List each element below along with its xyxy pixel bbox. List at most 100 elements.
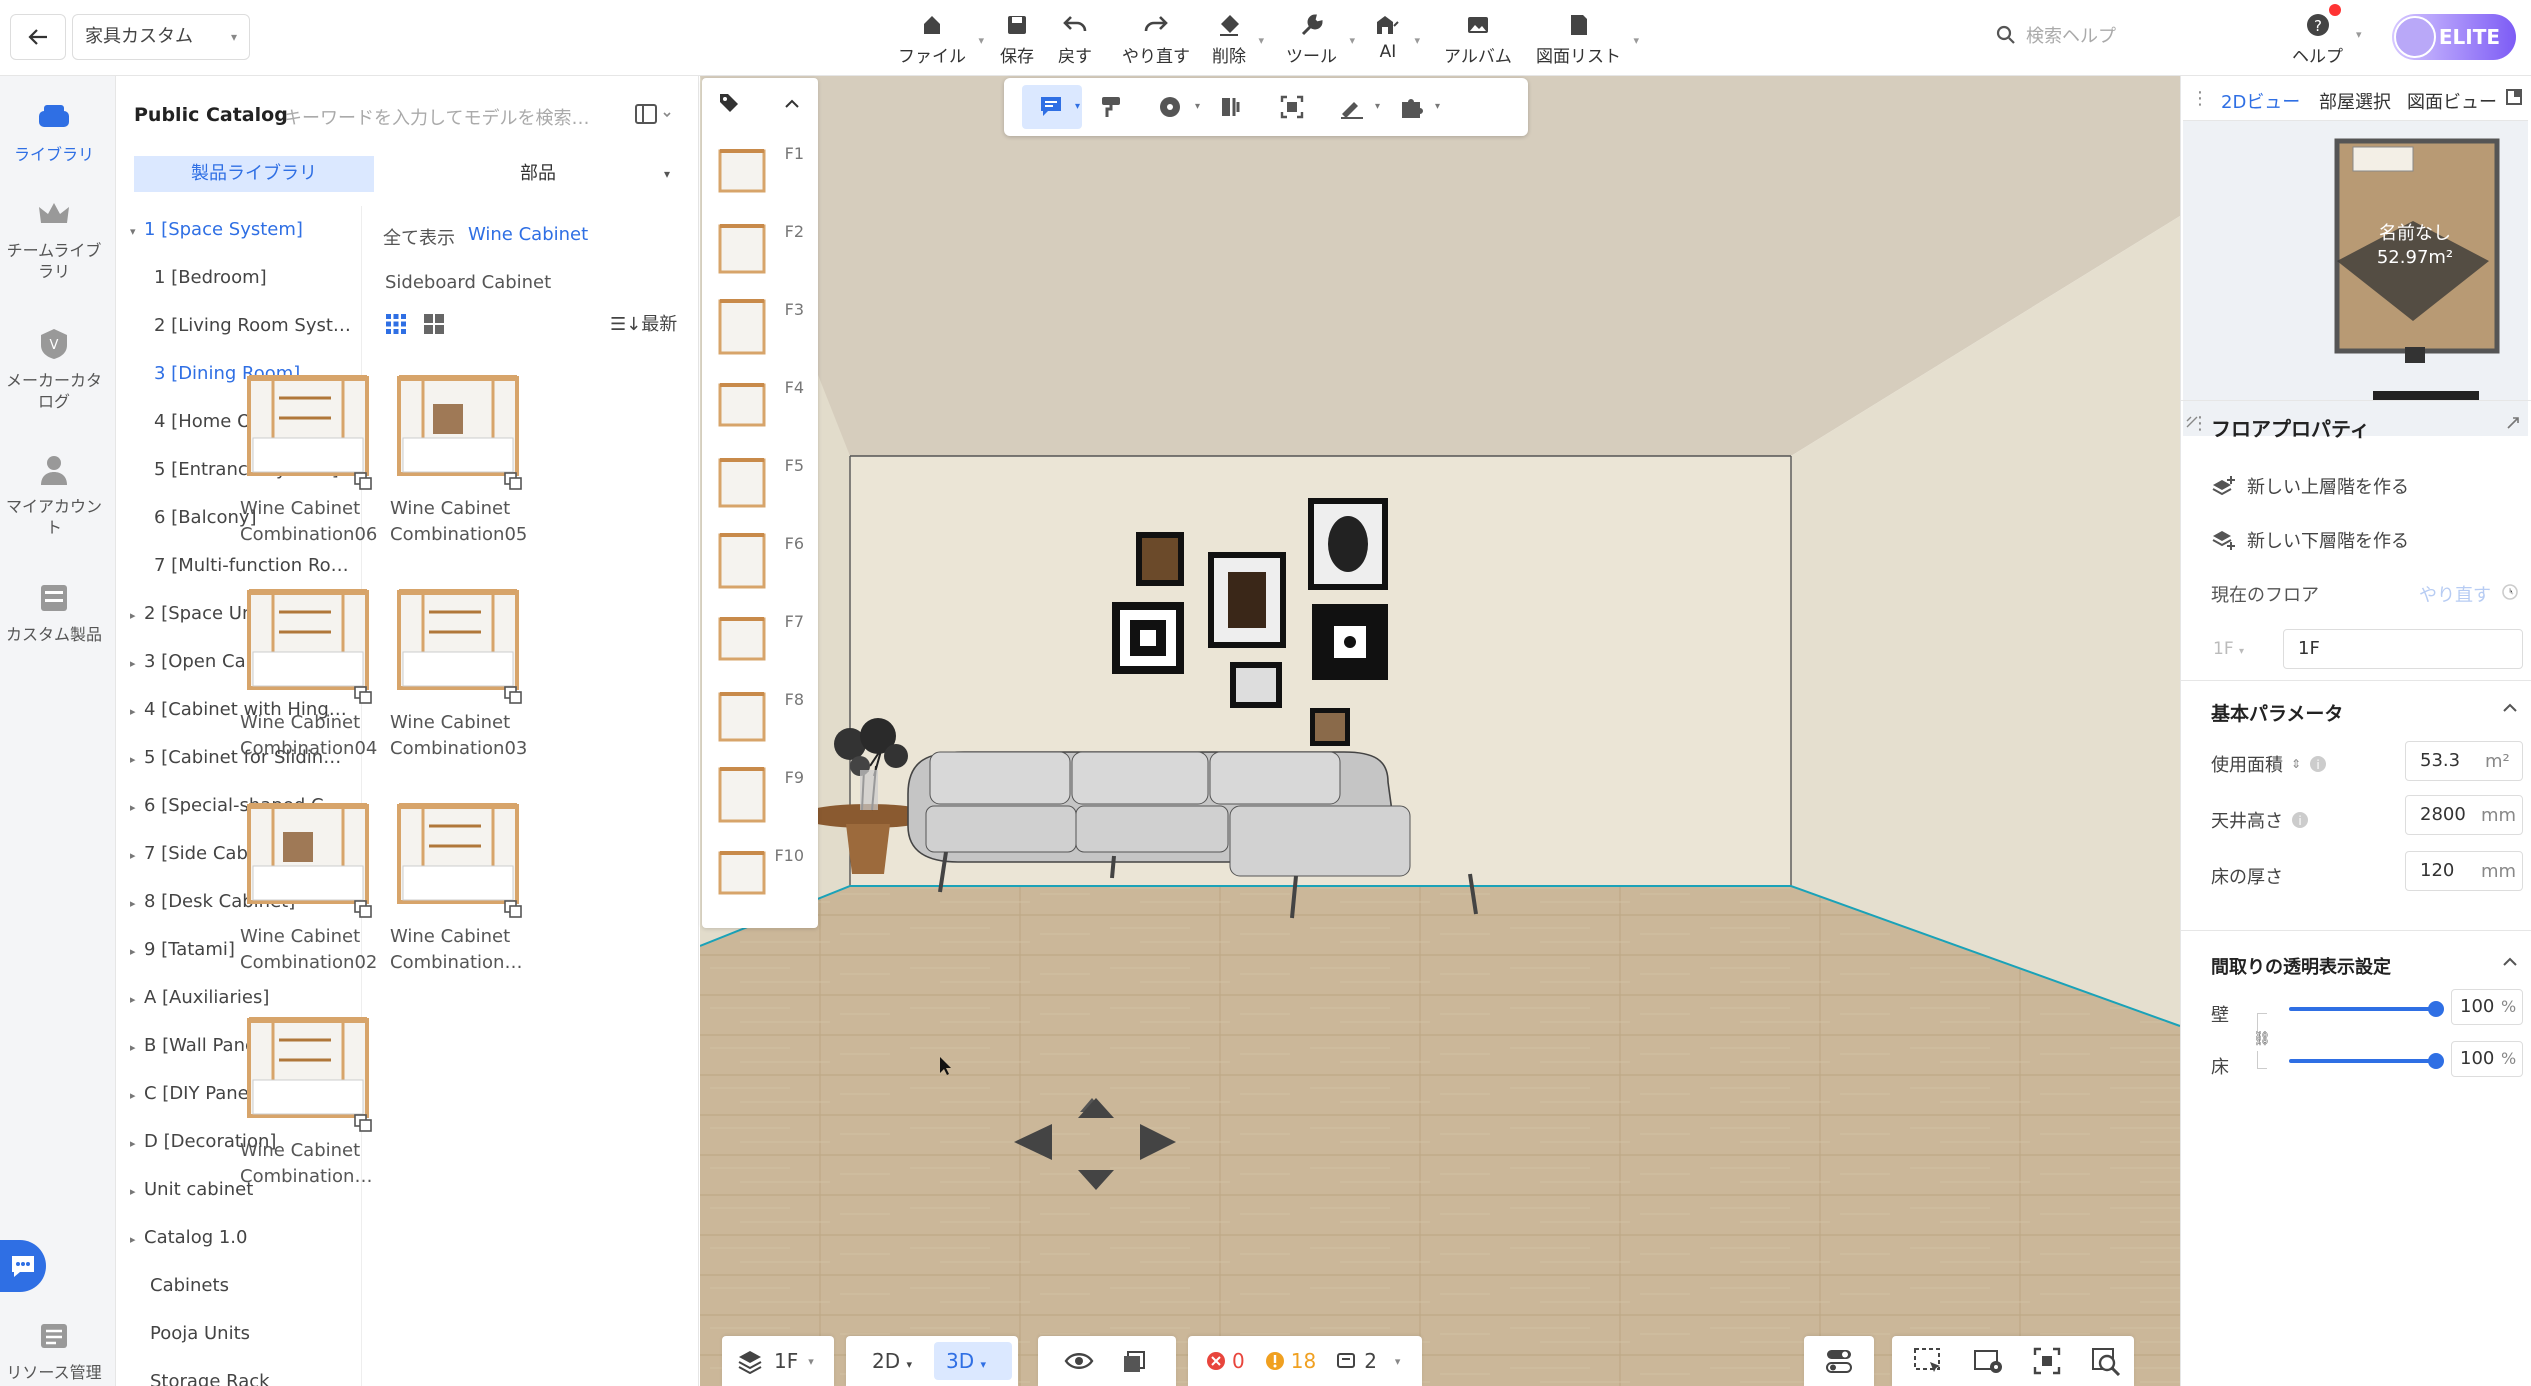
link-icon[interactable]: ⛓ bbox=[2253, 1031, 2271, 1051]
panel-layout-toggle[interactable] bbox=[634, 102, 676, 128]
rail-maker-catalog[interactable]: V メーカーカタログ bbox=[0, 324, 108, 412]
zoom-view-icon[interactable] bbox=[2090, 1346, 2122, 1376]
collapse-icon[interactable] bbox=[2501, 699, 2519, 717]
new-upper-floor-label: 新しい上層階を作る bbox=[2247, 477, 2409, 498]
help-button[interactable]: ? ヘルプ bbox=[2292, 4, 2343, 67]
subcategory-label[interactable]: Sideboard Cabinet bbox=[385, 272, 551, 293]
floor-level-select[interactable]: 1F ▾ bbox=[2209, 629, 2269, 669]
redo-link[interactable]: やり直す bbox=[2419, 581, 2491, 607]
collapse-icon[interactable] bbox=[2501, 953, 2519, 971]
redo-button[interactable]: やり直す bbox=[1122, 8, 1190, 68]
wall-slider-handle[interactable] bbox=[2428, 1001, 2444, 1017]
align-tool[interactable] bbox=[1202, 85, 1262, 129]
product-card[interactable]: Wine Cabinet Combination02 bbox=[238, 786, 378, 986]
undo-button[interactable]: 戻す bbox=[1058, 8, 1092, 68]
sort-dropdown[interactable]: ☰↓最新 bbox=[610, 310, 677, 336]
floor-plan-item[interactable]: F10 bbox=[702, 834, 818, 912]
mode-3d-button[interactable]: 3D ▾ bbox=[934, 1342, 1012, 1380]
user-badge[interactable]: ELITE bbox=[2392, 14, 2516, 60]
product-card[interactable]: Wine Cabinet Combination03 bbox=[388, 572, 528, 772]
drag-handle-icon[interactable]: ⋮ bbox=[2191, 413, 2209, 434]
tab-2d-view[interactable]: 2Dビュー bbox=[2221, 88, 2300, 114]
annotation-tool[interactable]: ▾ bbox=[1022, 85, 1082, 129]
drawing-list-button[interactable]: 図面リスト ▾ bbox=[1536, 8, 1639, 68]
settings-toggle[interactable] bbox=[1804, 1336, 1874, 1386]
category-item[interactable]: 1 [Bedroom] bbox=[116, 254, 360, 302]
tag-icon[interactable] bbox=[718, 92, 740, 114]
back-button[interactable] bbox=[10, 14, 66, 60]
category-item[interactable]: ▾ 1 [Space System] bbox=[116, 206, 360, 254]
category-item[interactable]: Pooja Units bbox=[116, 1310, 360, 1358]
product-card[interactable]: Wine Cabinet Combination05 bbox=[388, 358, 528, 558]
chevron-up-icon[interactable] bbox=[782, 94, 802, 114]
album-button[interactable]: アルバム bbox=[1444, 8, 1512, 68]
material-tool[interactable]: ▾ bbox=[1142, 85, 1202, 129]
rail-custom-products[interactable]: カスタム製品 bbox=[0, 578, 108, 645]
floor-plan-item[interactable]: F6 bbox=[702, 522, 818, 600]
category-item[interactable]: ▸ Catalog 1.0 bbox=[116, 1214, 360, 1262]
floor-switcher[interactable]: 1F ▾ bbox=[722, 1336, 834, 1386]
category-item[interactable]: Storage Rack bbox=[116, 1358, 360, 1386]
caret-right-icon: ▸ bbox=[130, 705, 136, 718]
rail-library[interactable]: ライブラリ bbox=[0, 98, 108, 165]
eye-icon[interactable] bbox=[1064, 1350, 1094, 1372]
product-card[interactable]: Wine Cabinet Combination… bbox=[238, 1000, 378, 1200]
rail-team-library[interactable]: チームライブラリ bbox=[0, 194, 108, 282]
floor-plan-item[interactable]: F3 bbox=[702, 288, 818, 366]
floor-plan-item[interactable]: F2 bbox=[702, 210, 818, 288]
select-area-icon[interactable] bbox=[1912, 1346, 1944, 1376]
sort-toggle-icon[interactable]: ⇕ bbox=[2291, 757, 2301, 771]
floor-plan-item[interactable]: F8 bbox=[702, 678, 818, 756]
product-card[interactable]: Wine Cabinet Combination04 bbox=[238, 572, 378, 772]
focus-tool[interactable] bbox=[1262, 85, 1322, 129]
product-card[interactable]: Wine Cabinet Combination… bbox=[388, 786, 528, 986]
project-select[interactable]: 家具カスタム ▾ bbox=[72, 14, 250, 60]
paint-tool[interactable] bbox=[1082, 85, 1142, 129]
issue-counters[interactable]: 0 18 2 ▾ bbox=[1188, 1336, 1422, 1386]
floor-plan-item[interactable]: F1 bbox=[702, 132, 818, 210]
rail-resource-mgmt[interactable]: リソース管理 bbox=[0, 1316, 108, 1383]
measure-tool[interactable]: ▾ bbox=[1322, 85, 1382, 129]
mode-2d-button[interactable]: 2D ▾ bbox=[872, 1349, 912, 1373]
new-upper-floor-button[interactable]: 新しい上層階を作る bbox=[2211, 473, 2409, 499]
tab-room-select[interactable]: 部屋選択 bbox=[2319, 88, 2391, 114]
expand-icon[interactable] bbox=[2505, 88, 2523, 106]
ai-menu[interactable]: AI ▾ bbox=[1374, 8, 1420, 68]
breadcrumb-all[interactable]: 全て表示 bbox=[383, 224, 455, 250]
floor-slider-handle[interactable] bbox=[2428, 1053, 2444, 1069]
cube-icon[interactable] bbox=[1120, 1348, 1148, 1374]
breadcrumb-current[interactable]: Wine Cabinet bbox=[468, 224, 588, 245]
catalog-search-input[interactable]: キーワードを入力してモデルを検索… bbox=[284, 104, 589, 130]
floor-plan-item[interactable]: F4 bbox=[702, 366, 818, 444]
file-menu[interactable]: ファイル ▾ bbox=[898, 8, 984, 68]
plugin-tool[interactable]: ▾ bbox=[1382, 85, 1442, 129]
product-card[interactable]: Wine Cabinet Combination06 bbox=[238, 358, 378, 558]
floor-slider[interactable] bbox=[2289, 1053, 2444, 1069]
category-item[interactable]: Cabinets bbox=[116, 1262, 360, 1310]
grid-large-view-button[interactable] bbox=[422, 312, 446, 336]
floor-name-input[interactable]: 1F bbox=[2283, 629, 2523, 669]
new-lower-floor-button[interactable]: 新しい下層階を作る bbox=[2211, 527, 2409, 553]
grid-small-view-button[interactable] bbox=[384, 312, 408, 336]
2d-minimap[interactable]: 名前なし 52.97m² bbox=[2183, 120, 2528, 436]
tools-menu[interactable]: ツール ▾ bbox=[1286, 8, 1355, 68]
floor-plan-item[interactable]: F5 bbox=[702, 444, 818, 522]
help-search[interactable]: 検索ヘルプ bbox=[1996, 22, 2116, 48]
rail-my-account[interactable]: マイアカウント bbox=[0, 450, 108, 538]
caret-right-icon: ▸ bbox=[130, 993, 136, 1006]
tab-drawing-view[interactable]: 図面ビュー bbox=[2407, 88, 2497, 114]
floor-plan-item[interactable]: F7 bbox=[702, 600, 818, 678]
expand-arrow-icon[interactable] bbox=[2505, 415, 2521, 431]
category-item[interactable]: 2 [Living Room Syst… bbox=[116, 302, 360, 350]
delete-button[interactable]: 削除 ▾ bbox=[1212, 8, 1264, 68]
tab-parts[interactable]: 部品 ▾ bbox=[378, 156, 698, 192]
fit-view-icon[interactable] bbox=[2032, 1346, 2062, 1376]
catalog-title: Public Catalog bbox=[134, 104, 288, 126]
wall-slider[interactable] bbox=[2289, 1001, 2444, 1017]
tab-product-library[interactable]: 製品ライブラリ bbox=[134, 156, 374, 192]
floor-plan-item[interactable]: F9 bbox=[702, 756, 818, 834]
drag-handle-icon[interactable]: ⋮ bbox=[2191, 88, 2209, 109]
save-button[interactable]: 保存 bbox=[1000, 8, 1034, 68]
camera-settings-icon[interactable] bbox=[1972, 1346, 2004, 1376]
3d-viewport[interactable] bbox=[700, 76, 2180, 1386]
